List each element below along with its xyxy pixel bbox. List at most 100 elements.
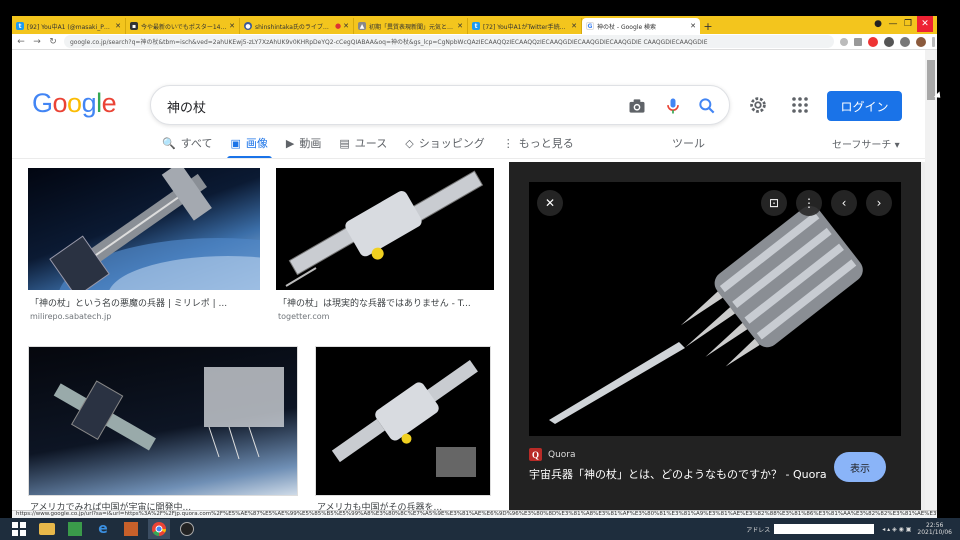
tab-title: [72] You中A1がTwitter手続ていく — [483, 23, 570, 31]
url-field[interactable]: google.co.jp/search?q=神の杖&tbm=isch&ved=2… — [64, 35, 834, 48]
chrome-icon[interactable] — [148, 519, 170, 539]
menu-icon[interactable] — [932, 36, 935, 47]
reload-icon[interactable]: ↻ — [46, 35, 60, 49]
browser-tab[interactable]: t [72] You中A1がTwitter手続ていく ✕ — [468, 18, 582, 34]
result-thumbnail[interactable] — [315, 346, 491, 496]
browser-tab[interactable]: t [92] You中A1 (@masaki_PT) / Tw ✕ — [12, 18, 126, 34]
start-button[interactable] — [8, 519, 30, 539]
rod-of-god-illustration — [549, 205, 863, 424]
tab-more[interactable]: ⋮ もっと見る — [503, 130, 574, 156]
safesearch-button[interactable]: セーフサーチ ▾ — [832, 130, 900, 156]
folder-icon[interactable] — [36, 519, 58, 539]
search-input[interactable]: 神の杖 — [167, 97, 206, 116]
lens-search-icon[interactable]: ⊡ — [761, 190, 787, 216]
browser-tab[interactable]: ▲ 初期「異質表現新聞」元気とはこ ✕ — [354, 18, 468, 34]
tab-images[interactable]: ▣ 画像 — [226, 130, 273, 159]
tab-strip: t [92] You中A1 (@masaki_PT) / Tw ✕ ▪ 今や最新… — [12, 16, 937, 34]
browser-window: t [92] You中A1 (@masaki_PT) / Tw ✕ ▪ 今や最新… — [12, 16, 937, 518]
gear-icon[interactable] — [747, 94, 769, 116]
media-icon[interactable] — [120, 519, 142, 539]
preview-image[interactable] — [529, 182, 901, 436]
tab-label: もっと見る — [518, 137, 574, 150]
camera-icon[interactable] — [627, 96, 647, 116]
chevron-left-icon[interactable]: ‹ — [831, 190, 857, 216]
view-button[interactable]: 表示 — [834, 452, 886, 482]
result-title[interactable]: 「神の杖」という名の悪魔の兵器 | ミリレポ | ... — [30, 296, 260, 309]
browser-tab-active[interactable]: G 神の杖 - Google 検索 ✕ — [582, 18, 700, 34]
preview-title[interactable]: 宇宙兵器「神の杖」とは、どのようなものですか？ - Quora — [529, 466, 829, 483]
tray-icons[interactable]: ◂ ▴ ◈ ◉ ▣ — [882, 526, 911, 533]
extension-puzzle-icon[interactable] — [884, 36, 894, 47]
back-icon[interactable]: ← — [14, 35, 28, 49]
more-vert-icon[interactable]: ⋮ — [796, 190, 822, 216]
result-thumbnail[interactable] — [28, 168, 260, 290]
close-icon[interactable]: ✕ — [537, 190, 563, 216]
image-preview-panel: ✕ ⊡ ⋮ ‹ › Q Quora 宇宙兵器「神の杖」とは、どのようなものですか… — [509, 162, 921, 518]
scrollbar-thumb[interactable] — [927, 60, 935, 100]
tab-all[interactable]: 🔍 すべて — [162, 130, 213, 156]
new-tab-button[interactable]: + — [700, 18, 716, 34]
tab-title: 神の杖 - Google 検索 — [597, 23, 657, 31]
tab-title: 今や最新のいでもポスター14保存 — [141, 23, 228, 31]
search-icon[interactable] — [697, 96, 717, 116]
image-result[interactable]: 「神の杖」という名の悪魔の兵器 | ミリレポ | ... milirepo.sa… — [28, 168, 260, 328]
store-icon[interactable] — [64, 519, 86, 539]
satellite-illustration — [331, 360, 478, 477]
clock[interactable]: 22:56 2021/10/06 — [917, 522, 952, 536]
star-icon[interactable] — [854, 37, 862, 46]
taskbar: e アドレス ◂ ▴ ◈ ◉ ▣ 22:56 2021/10/06 — [0, 518, 960, 540]
app-icon[interactable] — [176, 519, 198, 539]
google-logo[interactable]: Google — [32, 88, 117, 119]
clock-time: 22:56 — [926, 522, 944, 529]
satellite-illustration — [49, 168, 260, 290]
tab-label: ショッピング — [418, 137, 485, 150]
tab-videos[interactable]: ▶ 動画 — [286, 130, 321, 156]
satellite-illustration — [53, 367, 284, 460]
maximize-button[interactable]: ❐ — [901, 16, 915, 32]
chevron-right-icon[interactable]: › — [866, 190, 892, 216]
search-box[interactable]: 神の杖 — [150, 85, 730, 125]
result-thumbnail[interactable] — [276, 168, 494, 290]
avatar[interactable] — [916, 36, 926, 47]
profile-icon[interactable]: ● — [872, 16, 884, 32]
close-tab-icon[interactable]: ✕ — [229, 22, 235, 30]
browser-tab[interactable]: ● shinshintaka氏のライブ配信 ● ✕ — [240, 18, 354, 34]
result-title[interactable]: 「神の杖」は現実的な兵器ではありません - T... — [278, 296, 493, 309]
clock-date: 2021/10/06 — [917, 529, 952, 536]
tab-label: 動画 — [299, 137, 322, 150]
twitter-icon: t — [16, 22, 24, 30]
result-site: milirepo.sabatech.jp — [30, 312, 112, 321]
close-tab-icon[interactable]: ✕ — [343, 22, 349, 30]
image-result[interactable]: 「神の杖」は現実的な兵器ではありません - T... togetter.com — [276, 168, 494, 328]
page-scrollbar[interactable] — [925, 50, 937, 518]
close-tab-icon[interactable]: ✕ — [457, 22, 463, 30]
close-tab-icon[interactable]: ✕ — [115, 22, 121, 30]
close-tab-icon[interactable]: ✕ — [690, 22, 696, 30]
address-toolbar-input[interactable] — [774, 524, 875, 534]
close-tab-icon[interactable]: ✕ — [571, 22, 577, 30]
extension-red-icon[interactable] — [868, 36, 878, 47]
tab-news[interactable]: ▤ ユース — [339, 130, 387, 156]
ie-icon[interactable]: e — [92, 519, 114, 539]
image-result[interactable]: アメリカでみれば中国が宇宙に開発中... — [28, 346, 298, 513]
forward-icon[interactable]: → — [30, 35, 44, 49]
close-window-button[interactable]: ✕ — [917, 16, 933, 32]
tag-icon: ◇ — [405, 136, 414, 150]
tab-label: 画像 — [245, 137, 268, 150]
zoom-icon[interactable] — [840, 37, 848, 46]
result-thumbnail[interactable] — [28, 346, 298, 496]
extension-icon[interactable] — [900, 36, 910, 47]
preview-source[interactable]: Q Quora — [529, 448, 576, 461]
tab-label: ユース — [354, 137, 388, 150]
image-result[interactable]: アメリカも中国がその兵器を... — [315, 346, 491, 513]
minimize-button[interactable]: — — [886, 16, 900, 32]
tools-button[interactable]: ツール — [672, 130, 705, 156]
login-button[interactable]: ログイン — [827, 91, 902, 121]
microphone-icon[interactable] — [663, 96, 683, 116]
apps-grid-icon[interactable] — [790, 95, 810, 115]
image-icon: ▣ — [230, 136, 241, 150]
tab-title: shinshintaka氏のライブ配信 — [255, 23, 334, 31]
tab-shopping[interactable]: ◇ ショッピング — [405, 130, 484, 156]
page-icon: ▪ — [130, 22, 138, 30]
browser-tab[interactable]: ▪ 今や最新のいでもポスター14保存 ✕ — [126, 18, 240, 34]
